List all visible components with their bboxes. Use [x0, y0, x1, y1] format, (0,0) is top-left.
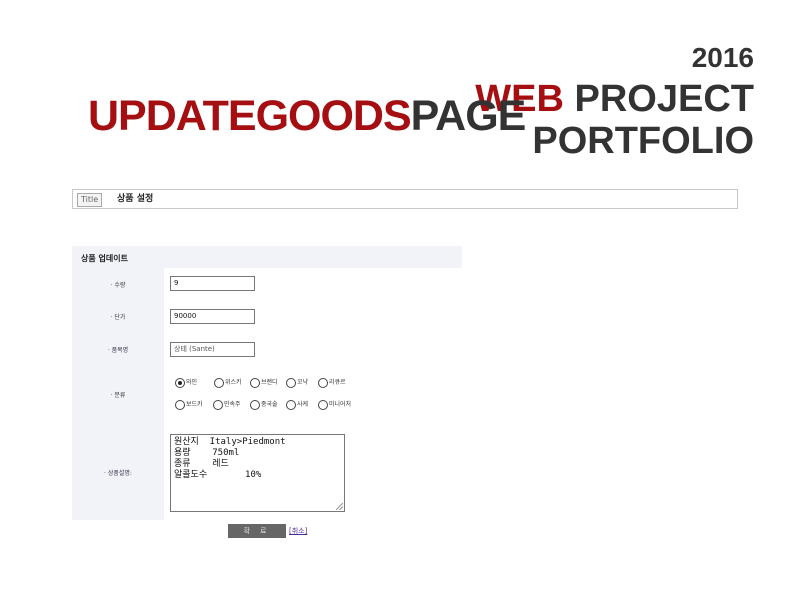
radio-icon [318, 377, 328, 388]
category-radio-brandy[interactable]: 브랜디 [250, 377, 278, 388]
description-line: 종류 레드 [174, 459, 229, 469]
price-input[interactable]: 90000 [170, 309, 255, 324]
radio-label: 브랜디 [261, 379, 278, 386]
radio-label: 꼬냑 [297, 379, 309, 386]
radio-label: 중국술 [261, 401, 278, 408]
radio-icon [175, 399, 185, 410]
radio-label: 위스키 [225, 379, 242, 386]
category-radio-cognac[interactable]: 꼬냑 [286, 377, 308, 388]
radio-icon [213, 399, 223, 410]
category-radio-whisky[interactable]: 위스키 [214, 377, 242, 388]
label-description: · 상품설명: [104, 470, 132, 477]
radio-label: 미니어처 [329, 401, 352, 408]
category-radio-chinese-liquor[interactable]: 중국술 [250, 399, 278, 410]
category-radio-vodka[interactable]: 보드카 [175, 399, 203, 410]
description-textarea[interactable]: 원산지 Italy>Piedmont 용량 750ml 종류 레드 알콜도수 1… [170, 434, 345, 512]
category-radio-sake[interactable]: 사케 [286, 399, 308, 410]
title-text: 상품 설정 [117, 194, 154, 204]
header-project: PROJECT [574, 78, 754, 120]
header-year: 2016 [691, 42, 754, 73]
radio-icon [318, 399, 328, 410]
label-price: · 단가 [110, 314, 126, 321]
form-heading-text: 상품 업데이트 [81, 254, 128, 263]
radio-label: 와인 [186, 379, 198, 386]
radio-icon [250, 399, 260, 410]
label-column: · 수량 · 단가 · 품목명 · 분류 · 상품설명: [72, 268, 164, 520]
form-heading: 상품 업데이트 [72, 246, 462, 268]
radio-label: 민속주 [224, 401, 241, 408]
cancel-link[interactable]: [취소] [289, 526, 307, 536]
label-product-name: · 품목명 [107, 347, 129, 354]
radio-label: 리큐르 [329, 379, 346, 386]
page-title-dark: PAGE [410, 92, 527, 140]
radio-checked-icon [175, 377, 185, 388]
radio-icon [286, 377, 296, 388]
radio-label: 사케 [297, 401, 309, 408]
radio-icon [250, 377, 260, 388]
title-bar: Title 상품 설정 [72, 189, 738, 209]
title-tag: Title [77, 193, 103, 207]
quantity-input[interactable]: 9 [170, 276, 255, 291]
description-line: 원산지 Italy>Piedmont [174, 437, 286, 447]
category-radio-miniature[interactable]: 미니어처 [318, 399, 351, 410]
category-radio-folk-liquor[interactable]: 민속주 [213, 399, 241, 410]
page-title: UPDATEGOODSPAGE [88, 92, 527, 141]
category-radio-liqueur[interactable]: 리큐르 [318, 377, 346, 388]
submit-button[interactable]: 확 료 [228, 524, 286, 538]
label-quantity: · 수량 [110, 282, 126, 289]
page-title-red: UPDATEGOODS [88, 92, 412, 140]
label-category: · 분류 [110, 392, 126, 399]
radio-icon [286, 399, 296, 410]
radio-label: 보드카 [186, 401, 203, 408]
description-line: 용량 750ml [174, 448, 240, 458]
resize-grip-icon[interactable] [336, 503, 343, 510]
category-radio-wine[interactable]: 와인 [175, 377, 197, 388]
header-portfolio: PORTFOLIO [532, 120, 754, 162]
product-name-input[interactable]: 상테 (Sante) [170, 342, 255, 357]
radio-icon [214, 377, 224, 388]
description-line: 알콜도수 10% [174, 470, 262, 480]
